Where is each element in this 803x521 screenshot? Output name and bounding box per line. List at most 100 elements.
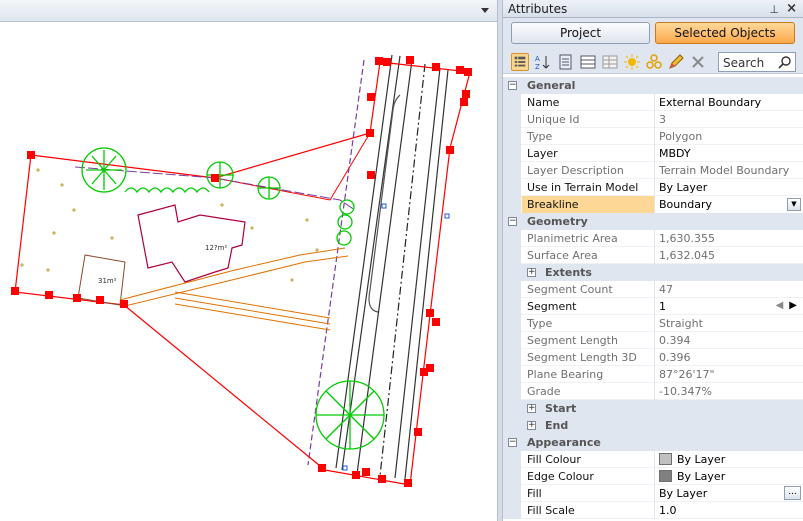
property-row-segment-length[interactable]: Segment Length 0.394 bbox=[503, 332, 803, 349]
property-value: 0.394 bbox=[654, 332, 803, 349]
expand-icon[interactable]: + bbox=[527, 268, 536, 277]
tab-project[interactable]: Project bbox=[511, 22, 650, 44]
subcategory-label: End bbox=[545, 419, 569, 432]
property-value: 0.396 bbox=[654, 349, 803, 366]
grid-icon[interactable] bbox=[579, 53, 597, 71]
group-icon[interactable] bbox=[645, 53, 663, 71]
property-label: Surface Area bbox=[527, 249, 598, 262]
property-value: 3 bbox=[654, 111, 803, 128]
property-value: Boundary bbox=[659, 198, 712, 211]
dropdown-arrow-icon[interactable]: ▼ bbox=[787, 198, 801, 211]
property-value: Polygon bbox=[654, 128, 803, 145]
property-label: Type bbox=[527, 130, 553, 143]
building-area-label: 12?m² bbox=[205, 244, 227, 252]
expand-icon[interactable]: + bbox=[527, 404, 536, 413]
property-label: Segment Length bbox=[527, 334, 618, 347]
property-pages-icon[interactable] bbox=[557, 53, 575, 71]
property-label: Fill Scale bbox=[527, 504, 575, 517]
property-value: 1,632.045 bbox=[654, 247, 803, 264]
property-row-edge-colour[interactable]: Edge Colour By Layer bbox=[503, 468, 803, 485]
property-row-unique-id[interactable]: Unique Id 3 bbox=[503, 111, 803, 128]
drawing-viewport[interactable]: 12?m² 31m² bbox=[0, 0, 497, 521]
category-label: Geometry bbox=[527, 215, 588, 228]
sun-icon[interactable] bbox=[623, 53, 641, 71]
category-label: Appearance bbox=[527, 436, 601, 449]
expand-icon[interactable]: + bbox=[527, 421, 536, 430]
attributes-panel: Attributes ⊥ × Project Selected Objects … bbox=[503, 0, 803, 521]
property-row-layer-description[interactable]: Layer Description Terrain Model Boundary bbox=[503, 162, 803, 179]
property-value[interactable]: By Layer bbox=[654, 179, 803, 196]
next-segment-icon[interactable]: ▶ bbox=[789, 300, 797, 311]
survey-points bbox=[20, 168, 319, 282]
pencil-icon[interactable] bbox=[667, 53, 685, 71]
property-label: Unique Id bbox=[527, 113, 580, 126]
fill-colour-swatch bbox=[659, 453, 672, 465]
collapse-icon[interactable]: − bbox=[508, 81, 517, 90]
property-label: Name bbox=[527, 96, 560, 109]
property-row-fill-colour[interactable]: Fill Colour By Layer bbox=[503, 451, 803, 468]
close-icon[interactable]: × bbox=[786, 1, 797, 16]
property-value[interactable]: 1.0 bbox=[654, 502, 803, 519]
property-row-grade[interactable]: Grade -10.347% bbox=[503, 383, 803, 400]
property-value[interactable]: External Boundary bbox=[654, 94, 803, 111]
shed-area-label: 31m² bbox=[98, 277, 117, 285]
category-appearance[interactable]: − Appearance bbox=[503, 434, 803, 451]
sort-alpha-icon[interactable]: A Z bbox=[534, 53, 552, 71]
property-row-segment-length-3d[interactable]: Segment Length 3D 0.396 bbox=[503, 349, 803, 366]
property-value: By Layer bbox=[677, 453, 726, 466]
property-row-segment-count[interactable]: Segment Count 47 bbox=[503, 281, 803, 298]
road-grips[interactable] bbox=[342, 203, 450, 471]
property-value-cell[interactable]: By Layer bbox=[654, 468, 803, 485]
property-row-type[interactable]: Type Polygon bbox=[503, 128, 803, 145]
property-value: By Layer bbox=[659, 487, 708, 500]
property-row-surface-area[interactable]: Surface Area 1,632.045 bbox=[503, 247, 803, 264]
previous-segment-icon[interactable]: ◀ bbox=[776, 300, 784, 311]
svg-text:Z: Z bbox=[535, 63, 540, 71]
property-row-fill-scale[interactable]: Fill Scale 1.0 bbox=[503, 502, 803, 519]
ellipsis-button[interactable]: ... bbox=[784, 486, 801, 500]
property-value-cell[interactable]: By Layer ... bbox=[654, 485, 803, 502]
property-value-cell[interactable]: By Layer bbox=[654, 451, 803, 468]
property-value-cell[interactable]: 1 ◀ ▶ bbox=[654, 298, 803, 315]
subcategory-start[interactable]: + Start bbox=[503, 400, 803, 417]
tab-selected-objects[interactable]: Selected Objects bbox=[655, 22, 795, 44]
categorized-icon[interactable] bbox=[511, 53, 529, 71]
category-geometry[interactable]: − Geometry bbox=[503, 213, 803, 230]
property-row-plane-bearing[interactable]: Plane Bearing 87°26'17" bbox=[503, 366, 803, 383]
search-input[interactable]: Search bbox=[718, 52, 796, 72]
subcategory-label: Start bbox=[545, 402, 577, 415]
subcategory-extents[interactable]: + Extents bbox=[503, 264, 803, 281]
property-value-cell[interactable]: Boundary ▼ bbox=[654, 196, 803, 213]
property-row-layer[interactable]: Layer MBDY bbox=[503, 145, 803, 162]
driveway-path bbox=[119, 247, 349, 331]
property-label: Planimetric Area bbox=[527, 232, 618, 245]
property-value: Terrain Model Boundary bbox=[654, 162, 803, 179]
collapse-icon[interactable]: − bbox=[508, 438, 517, 447]
search-icon[interactable] bbox=[778, 55, 792, 69]
category-general[interactable]: − General bbox=[503, 77, 803, 94]
property-label: Grade bbox=[527, 385, 561, 398]
svg-text:A: A bbox=[535, 55, 540, 63]
property-label: Layer Description bbox=[527, 164, 624, 177]
grid-alt-icon[interactable] bbox=[601, 53, 619, 71]
property-row-planimetric-area[interactable]: Planimetric Area 1,630.355 bbox=[503, 230, 803, 247]
property-row-segment-type[interactable]: Type Straight bbox=[503, 315, 803, 332]
clear-icon[interactable] bbox=[689, 53, 707, 71]
property-row-fill[interactable]: Fill By Layer ... bbox=[503, 485, 803, 502]
site-plan-canvas[interactable]: 12?m² 31m² bbox=[0, 22, 497, 521]
property-row-name[interactable]: Name External Boundary bbox=[503, 94, 803, 111]
property-row-breakline[interactable]: Breakline Boundary ▼ bbox=[503, 196, 803, 213]
pin-icon[interactable]: ⊥ bbox=[769, 3, 779, 16]
subcategory-end[interactable]: + End bbox=[503, 417, 803, 434]
property-row-use-in-terrain-model[interactable]: Use in Terrain Model By Layer bbox=[503, 179, 803, 196]
property-label: Segment Count bbox=[527, 283, 613, 296]
property-row-segment[interactable]: Segment 1 ◀ ▶ bbox=[503, 298, 803, 315]
dropdown-arrow-icon[interactable] bbox=[479, 4, 491, 16]
property-label: Fill Colour bbox=[527, 453, 581, 466]
collapse-icon[interactable]: − bbox=[508, 217, 517, 226]
edge-colour-swatch bbox=[659, 470, 672, 482]
property-label: Edge Colour bbox=[527, 470, 594, 483]
building-footprint: 12?m² bbox=[137, 204, 246, 283]
property-value: By Layer bbox=[677, 470, 726, 483]
property-value[interactable]: MBDY bbox=[654, 145, 803, 162]
